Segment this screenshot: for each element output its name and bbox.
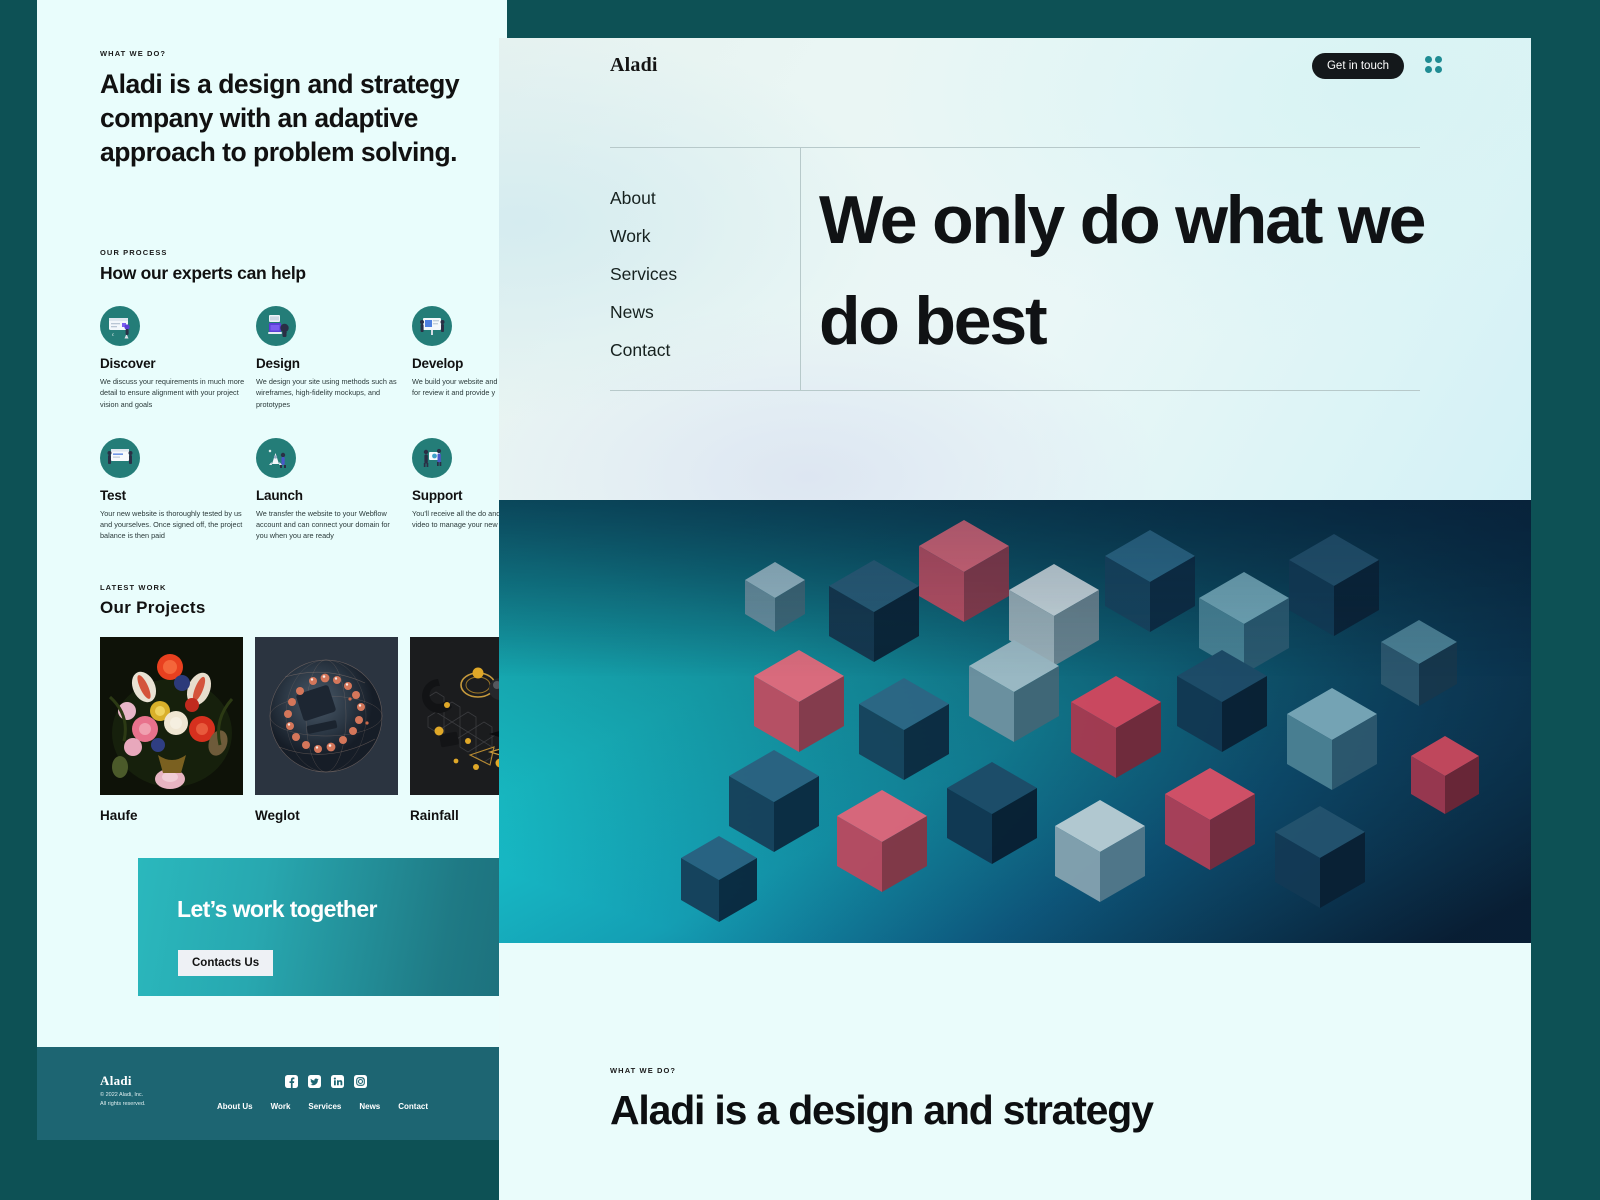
process-item-desc: We build your website and then share a l… — [412, 377, 507, 398]
menu-dot — [1435, 56, 1442, 63]
left-preview-card: WHAT WE DO? Aladi is a design and strate… — [37, 0, 507, 1140]
process-item: Develop We build your website and then s… — [412, 306, 507, 410]
process-item-name: Develop — [412, 356, 464, 371]
page-root: WHAT WE DO? Aladi is a design and strate… — [0, 0, 1600, 1200]
discover-icon: c — [100, 306, 140, 346]
footer-nav-about-us[interactable]: About Us — [217, 1102, 253, 1111]
process-item-desc: We transfer the website to your Webflow … — [256, 508, 390, 541]
footer: Aladi © 2022 Aladi, Inc. All rights rese… — [37, 1047, 507, 1140]
floral-still-life-thumbnail[interactable] — [100, 637, 243, 795]
project-name: Rainfall — [410, 808, 459, 823]
process-item-name: Test — [100, 487, 126, 503]
bottom-eyebrow: WHAT WE DO? — [610, 1066, 677, 1075]
launch-icon — [256, 437, 296, 478]
right-preview-panel: Aladi Get in touch About Work Services N… — [499, 38, 1531, 1200]
process-item-desc: You'll receive all the do and walkthroug… — [412, 508, 507, 530]
twitter-icon[interactable] — [308, 1075, 321, 1088]
footer-logo: Aladi — [100, 1073, 132, 1088]
footer-social-links — [285, 1075, 367, 1088]
instagram-icon[interactable] — [354, 1075, 367, 1088]
copyright-line-1: © 2022 Aladi, Inc. — [100, 1092, 144, 1098]
footer-nav-services[interactable]: Services — [308, 1102, 341, 1111]
process-item-desc: We design your site using methods such a… — [256, 377, 397, 409]
hero-title: Aladi is a design and strategy company w… — [100, 69, 460, 167]
footer-nav: About Us Work Services News Contact — [217, 1102, 428, 1111]
hero-heading: We only do what we do best — [819, 182, 1426, 359]
grid-dots-menu-icon[interactable] — [1425, 56, 1442, 73]
process-item-name: Support — [412, 487, 463, 503]
project-name: Haufe — [100, 808, 138, 823]
copyright-line-2: All rights reserved. — [100, 1100, 146, 1107]
menu-dot — [1435, 66, 1442, 73]
main-nav: About Work Services News Contact — [610, 188, 677, 378]
nav-item-work[interactable]: Work — [610, 226, 677, 247]
process-item: Design We design your site using methods… — [256, 306, 401, 410]
project-name: Weglot — [255, 808, 300, 823]
project-card[interactable]: Weglot — [255, 637, 398, 823]
process-item: Support You'll receive all the do and wa… — [412, 437, 507, 542]
left-hero-section: WHAT WE DO? Aladi is a design and strate… — [100, 49, 480, 170]
menu-dot — [1425, 56, 1432, 63]
cta-title: Let’s work together — [177, 896, 377, 922]
linkedin-icon[interactable] — [331, 1075, 344, 1088]
process-grid: c Discover We discuss your requirements … — [100, 306, 507, 542]
footer-nav-contact[interactable]: Contact — [398, 1102, 428, 1111]
design-icon — [256, 306, 296, 346]
divider-top — [610, 147, 1420, 148]
process-item-name: Discover — [100, 356, 156, 371]
nav-item-news[interactable]: News — [610, 302, 677, 323]
dark-sphere-render-thumbnail[interactable] — [255, 637, 398, 795]
process-item-name: Design — [256, 356, 300, 371]
process-item-desc: Your new website is thoroughly tested by… — [100, 508, 243, 541]
process-title: How our experts can help — [100, 263, 306, 283]
projects-section: LATEST WORK Our Projects Haufe Weglot Ra… — [100, 583, 507, 823]
process-eyebrow: OUR PROCESS — [100, 248, 168, 257]
process-item: Test Your new website is thoroughly test… — [100, 437, 245, 542]
nav-item-about[interactable]: About — [610, 188, 677, 209]
footer-copyright: © 2022 Aladi, Inc. All rights reserved. — [100, 1091, 146, 1109]
projects-title: Our Projects — [100, 598, 206, 617]
nav-item-services[interactable]: Services — [610, 264, 677, 285]
divider-vertical — [800, 148, 801, 390]
process-section: OUR PROCESS How our experts can help c D… — [100, 248, 507, 542]
menu-dot — [1425, 66, 1432, 73]
isometric-3d-cubes-render — [499, 500, 1531, 943]
hero-eyebrow: WHAT WE DO? — [100, 49, 167, 58]
contacts-us-button[interactable]: Contacts Us — [178, 950, 274, 976]
nav-item-contact[interactable]: Contact — [610, 340, 677, 361]
get-in-touch-button[interactable]: Get in touch — [1311, 53, 1404, 79]
gold-star-render-thumbnail[interactable] — [410, 637, 507, 795]
process-item-name: Launch — [256, 487, 303, 503]
footer-nav-news[interactable]: News — [359, 1102, 380, 1111]
project-card[interactable]: Rainfall — [410, 637, 507, 823]
bottom-title: Aladi is a design and strategy — [610, 1087, 1154, 1133]
process-item: Launch We transfer the website to your W… — [256, 437, 401, 542]
footer-nav-work[interactable]: Work — [271, 1102, 291, 1111]
process-item: c Discover We discuss your requirements … — [100, 306, 245, 410]
projects-eyebrow: LATEST WORK — [100, 583, 167, 592]
brand-logo[interactable]: Aladi — [610, 54, 658, 77]
support-icon — [412, 437, 452, 478]
svg-text:c: c — [112, 333, 115, 338]
cta-banner: Let’s work together Contacts Us — [138, 858, 507, 996]
bottom-section: WHAT WE DO? Aladi is a design and strate… — [499, 943, 1531, 1200]
hero-section: Aladi Get in touch About Work Services N… — [499, 38, 1531, 500]
divider-bottom — [610, 390, 1420, 391]
project-card[interactable]: Haufe — [100, 637, 243, 823]
process-item-desc: We discuss your requirements in much mor… — [100, 377, 245, 409]
projects-grid: Haufe Weglot Rainfall — [100, 637, 507, 823]
facebook-icon[interactable] — [285, 1075, 298, 1088]
develop-icon — [412, 306, 452, 346]
test-icon — [100, 437, 140, 478]
